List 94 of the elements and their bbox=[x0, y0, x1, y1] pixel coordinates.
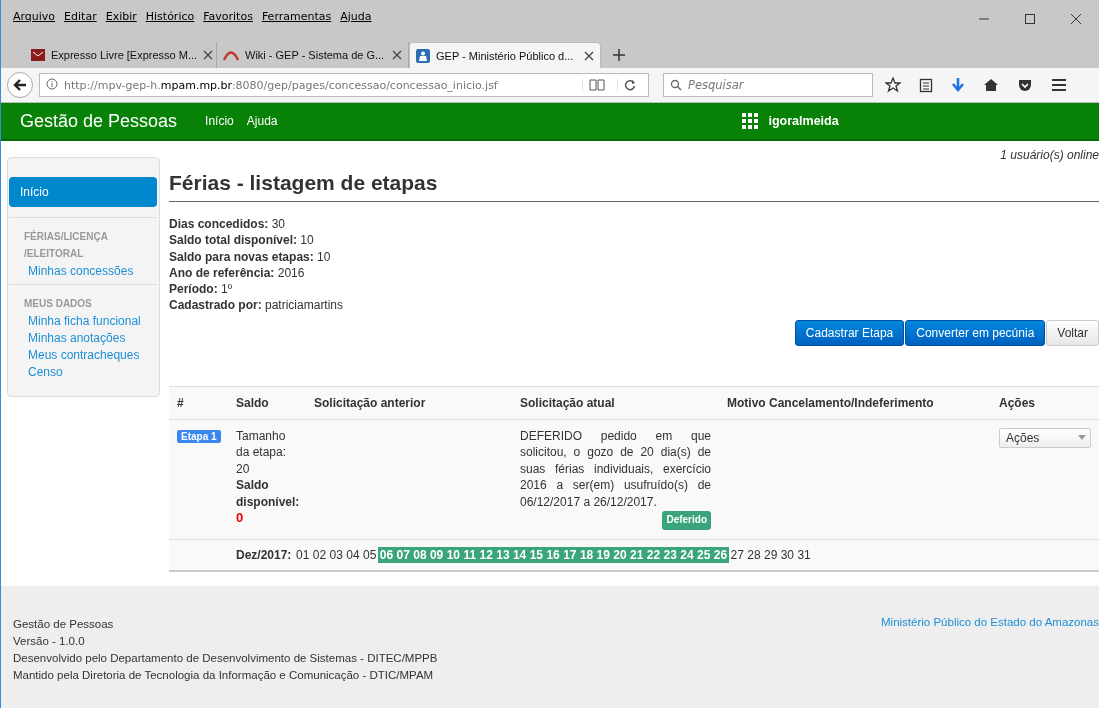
new-tab-icon[interactable] bbox=[613, 49, 625, 61]
brand-link[interactable]: Gestão de Pessoas bbox=[20, 110, 178, 132]
search-field[interactable]: Pesquisar bbox=[663, 73, 873, 97]
day-number: 15 bbox=[528, 546, 545, 563]
day-number: 22 bbox=[645, 546, 662, 563]
back-icon bbox=[12, 77, 28, 93]
day-number: 17 bbox=[561, 546, 579, 563]
column-header: Motivo Cancelamento/Indeferimento bbox=[726, 395, 935, 410]
day-number: 13 bbox=[494, 546, 512, 563]
action-button[interactable]: Converter em pecúnia bbox=[905, 319, 1046, 346]
url-text: http://mpv-gep-h.mpam.mp.br:8080/gep/pages/concessao/concessao_inicio.jsf bbox=[64, 78, 499, 92]
caret-icon bbox=[1078, 435, 1086, 441]
day-number: 08 bbox=[411, 546, 429, 563]
column-header: # bbox=[176, 395, 185, 410]
detail-line: Dias concedidos: 30 bbox=[169, 216, 287, 233]
day-number: 05 bbox=[362, 546, 378, 563]
day-number: 25 bbox=[695, 546, 713, 563]
month-label: Dez/2017: bbox=[236, 547, 292, 562]
footer-text: Desenvolvido pelo Departamento de Desenvolvimento de Sistemas - DITEC/MPPB bbox=[13, 651, 438, 666]
section-header: MEUS DADOS bbox=[9, 284, 157, 312]
day-number: 30 bbox=[779, 546, 796, 563]
tab-title: Expresso Livre [Expresso M... bbox=[51, 49, 198, 61]
day-number: 16 bbox=[544, 546, 562, 563]
person-icon bbox=[416, 48, 430, 63]
detail-line: Período: 1º bbox=[169, 281, 234, 298]
browser-tab[interactable]: GEP - Ministério Público d... bbox=[409, 42, 601, 68]
size-value: 20 bbox=[236, 460, 251, 478]
stage-badge: Etapa 1 bbox=[177, 429, 221, 443]
close-icon[interactable] bbox=[203, 50, 214, 60]
footer-text: Gestão de Pessoas bbox=[13, 617, 115, 632]
column-header: Solicitação atual bbox=[519, 395, 616, 410]
day-number: 07 bbox=[394, 546, 412, 563]
footer-text: Versão - 1.0.0 bbox=[13, 634, 86, 649]
day-number: 31 bbox=[796, 546, 812, 563]
menu-item[interactable]: Ferramentas bbox=[261, 10, 332, 37]
action-button[interactable]: Voltar bbox=[1046, 319, 1099, 346]
size-label: Tamanho da etapa: bbox=[236, 427, 288, 461]
tab-title: Wiki - GEP - Sistema de G... bbox=[245, 49, 386, 61]
address-bar[interactable]: http://mpv-gep-h.mpam.mp.br:8080/gep/pages/concessao/concessao_inicio.jsf bbox=[39, 73, 649, 97]
menu-item[interactable]: Ajuda bbox=[340, 10, 372, 37]
detail-line: Cadastrado por: patriciamartins bbox=[169, 297, 345, 314]
menu-item[interactable]: Histórico bbox=[145, 10, 195, 37]
menu-item[interactable]: Editar bbox=[64, 10, 97, 37]
day-number: 18 bbox=[578, 546, 595, 563]
menu-item[interactable]: Favoritos bbox=[203, 10, 253, 37]
back-button[interactable] bbox=[7, 72, 33, 98]
close-icon[interactable] bbox=[392, 50, 402, 60]
actions-dropdown[interactable]: Ações bbox=[999, 427, 1091, 448]
detail-line: Saldo para novas etapas: 10 bbox=[169, 248, 332, 265]
day-number: 14 bbox=[511, 546, 528, 563]
day-number: 04 bbox=[345, 546, 361, 563]
envelope-icon bbox=[31, 49, 45, 61]
day-number: 03 bbox=[328, 546, 344, 563]
column-header: Saldo bbox=[235, 395, 270, 410]
online-users-text: 1 usuário(s) online bbox=[999, 148, 1099, 164]
day-number: 19 bbox=[594, 546, 612, 563]
day-number: 24 bbox=[678, 546, 696, 563]
tab-title: GEP - Ministério Público d... bbox=[436, 49, 575, 62]
day-number: 12 bbox=[477, 546, 495, 563]
day-number: 20 bbox=[611, 546, 629, 563]
close-icon[interactable] bbox=[584, 50, 594, 61]
column-header: Ações bbox=[998, 395, 1037, 410]
day-number: 23 bbox=[661, 546, 679, 563]
menu-item[interactable]: Arquivo bbox=[13, 10, 56, 37]
balance-value: 0 bbox=[236, 510, 245, 527]
status-badge: Deferido bbox=[662, 511, 711, 530]
day-number: 10 bbox=[445, 546, 462, 563]
nav-link[interactable]: Início bbox=[205, 114, 234, 128]
column-header: Solicitação anterior bbox=[313, 395, 427, 410]
day-number: 21 bbox=[628, 546, 646, 563]
action-button[interactable]: Cadastrar Etapa bbox=[794, 319, 905, 346]
info-icon[interactable] bbox=[46, 77, 58, 93]
search-icon bbox=[670, 79, 682, 91]
day-number: 06 bbox=[378, 546, 395, 563]
detail-line: Saldo total disponível: 10 bbox=[169, 232, 315, 249]
day-number: 01 bbox=[295, 546, 311, 563]
page-title: Férias - listagem de etapas bbox=[169, 171, 1099, 202]
user-name[interactable]: igoralmeida bbox=[768, 114, 839, 128]
footer-text: Mantido pela Diretoria de Tecnologia da Informação e Comunicação - DTIC/MPAM bbox=[13, 668, 435, 683]
detail-line: Ano de referência: 2016 bbox=[169, 264, 306, 282]
nav-link[interactable]: Ajuda bbox=[246, 114, 278, 128]
balance-label: Saldo disponível: bbox=[236, 477, 301, 511]
sidebar-item[interactable]: Início bbox=[9, 177, 157, 207]
day-number: 29 bbox=[762, 546, 779, 563]
day-number: 28 bbox=[746, 546, 762, 563]
menu-item[interactable]: Exibir bbox=[105, 10, 137, 37]
day-number: 09 bbox=[428, 546, 445, 563]
request-text: DEFERIDO pedido em que solicitou, o gozo de 20 dia(s) de suas férias individuais, exercício 2016 a ser(em) usufruído(s) de 06/12/2017 a 26/12/2017. bbox=[520, 427, 711, 511]
arc-icon bbox=[223, 49, 239, 61]
day-number: 27 bbox=[729, 546, 745, 563]
apps-grid-icon[interactable] bbox=[741, 113, 758, 129]
day-number: 02 bbox=[311, 546, 328, 563]
day-number: 26 bbox=[712, 546, 729, 563]
section-header: FÉRIAS/LICENÇA /ELEITORAL bbox=[9, 217, 157, 262]
